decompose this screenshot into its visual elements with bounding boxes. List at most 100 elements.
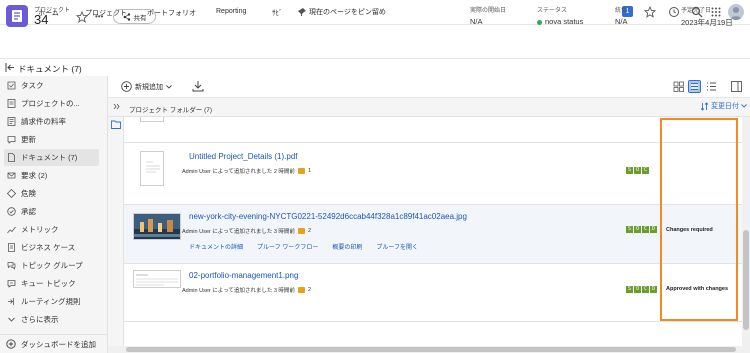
- soc-badge-s: S: [626, 167, 633, 174]
- sidebar-item[interactable]: 危険: [4, 185, 99, 202]
- soc-badge-d: D: [650, 226, 657, 233]
- table-row[interactable]: new-york-city-evening-NYCTG0221-52492d6c…: [124, 205, 742, 264]
- comment-icon[interactable]: [297, 168, 305, 174]
- soc-badges: S O C: [626, 167, 649, 174]
- sidebar-item[interactable]: キュー トピック: [4, 275, 99, 292]
- sidebar-item[interactable]: ルーティング規則: [4, 293, 99, 310]
- planned-end-label: 予定完了日: [681, 8, 712, 14]
- folder-icon[interactable]: [111, 120, 121, 129]
- integration-value: N/A: [615, 17, 628, 26]
- file-name-link[interactable]: Untitled Project_Details (1).pdf: [189, 152, 298, 161]
- sidebar-item[interactable]: 要求 (2): [4, 167, 99, 184]
- soc-badge-o: O: [634, 226, 641, 233]
- sidebar-item-label: 承認: [21, 207, 36, 216]
- folder-title: プロジェクト フォルダー (7): [129, 107, 213, 114]
- sidebar-item[interactable]: 更新: [4, 131, 99, 148]
- soc-badge-o: O: [634, 286, 641, 293]
- sidebar-item-label: 請求件の料率: [21, 117, 66, 126]
- sidebar-item[interactable]: 承認: [4, 203, 99, 220]
- comment-count: 2: [307, 287, 311, 293]
- actual-start-value: N/A: [470, 17, 483, 26]
- share-button[interactable]: 共有: [113, 9, 156, 24]
- actual-start-label: 実際の開始日: [470, 8, 507, 14]
- section-title-bar: [0, 59, 750, 76]
- add-dashboard-button[interactable]: ダッシュボードを追加: [0, 334, 108, 353]
- add-circle-icon: [121, 81, 132, 92]
- expand-folders-icon[interactable]: [113, 103, 120, 110]
- integration-label: 統合: [615, 8, 628, 14]
- file-name-link[interactable]: new-york-city-evening-NYCTG0221-52492d6c…: [189, 212, 467, 221]
- horizontal-scroll-thumb[interactable]: [126, 347, 736, 352]
- nav-reporting[interactable]: Reporting: [216, 8, 246, 15]
- add-circle-icon: [6, 339, 16, 349]
- pin-page-label: 現在のページをピン留め: [309, 9, 386, 16]
- comment-icon[interactable]: [297, 287, 305, 293]
- add-new-button[interactable]: 新規追加: [121, 81, 172, 92]
- table-row[interactable]: [124, 117, 742, 143]
- sidebar-item-label: タスク: [21, 81, 44, 90]
- sidebar-item-label: ドキュメント (7): [21, 153, 78, 162]
- metrics-icon: [7, 225, 16, 234]
- soc-badge-d: D: [650, 286, 657, 293]
- more-options-button[interactable]: •••: [95, 12, 103, 21]
- grid-view-icon[interactable]: [672, 80, 685, 93]
- add-dashboard-label: ダッシュボードを追加: [21, 339, 96, 349]
- table-row[interactable]: Untitled Project_Details (1).pdf Admin U…: [124, 143, 742, 205]
- sidebar-item[interactable]: プロジェクトの...: [4, 95, 99, 112]
- sidebar-item[interactable]: メトリック: [4, 221, 99, 238]
- sort-button[interactable]: 変更日付: [700, 101, 747, 111]
- added-by-text: Admin User によって追加されました 2 時間前: [182, 169, 295, 175]
- recent-clock-icon[interactable]: [668, 6, 680, 18]
- sort-label: 変更日付: [711, 103, 739, 110]
- soc-badge-s: S: [626, 286, 633, 293]
- status-value[interactable]: nova status: [537, 17, 583, 26]
- project-icon: [7, 99, 16, 108]
- sidebar-item[interactable]: ビジネス ケース: [4, 239, 99, 256]
- detail-list-icon[interactable]: [705, 80, 718, 93]
- status-text: nova status: [545, 17, 584, 26]
- sidebar-item[interactable]: さらに表示: [4, 311, 99, 328]
- pdf-thumbnail[interactable]: [140, 151, 164, 186]
- soc-badge-c: C: [642, 286, 649, 293]
- risk-icon: [7, 189, 16, 198]
- comment-icon[interactable]: [297, 228, 305, 234]
- chevron-down-icon: [166, 84, 172, 89]
- chevron-down-icon: [7, 315, 16, 324]
- requests-icon: [7, 171, 16, 180]
- soc-badge-c: C: [642, 226, 649, 233]
- added-info: Admin User によって追加されました 2 時間前 1: [182, 167, 311, 175]
- added-by-text: Admin User によって追加されました 3 時間前: [182, 288, 295, 294]
- table-row[interactable]: 02-portfolio-management1.png Admin User …: [124, 264, 742, 322]
- collapse-panel-icon[interactable]: [5, 63, 15, 72]
- file-name-link[interactable]: 02-portfolio-management1.png: [189, 271, 298, 280]
- planned-end-value: 2023年4月19日: [681, 18, 733, 27]
- document-details-link[interactable]: ドキュメントの詳細: [189, 242, 243, 251]
- page-title: ドキュメント (7): [18, 64, 82, 74]
- pin-page-button[interactable]: 現在のページをピン留め: [298, 7, 386, 17]
- star-icon[interactable]: [644, 6, 656, 18]
- vertical-scroll-thumb[interactable]: [743, 230, 749, 330]
- soc-badge-s: S: [626, 226, 633, 233]
- side-panel-icon[interactable]: [730, 80, 743, 93]
- nav-more[interactable]: ｻﾋﾞ: [272, 8, 283, 18]
- print-summary-link[interactable]: 概要の印刷: [332, 242, 362, 251]
- download-icon[interactable]: [192, 80, 204, 92]
- sidebar-item-label: 更新: [21, 135, 36, 144]
- sidebar-item[interactable]: 請求件の料率: [4, 113, 99, 130]
- share-label: 共有: [133, 14, 147, 22]
- added-info: Admin User によって追加されました 3 時間前 2: [182, 286, 311, 294]
- favorite-star-icon[interactable]: [76, 11, 88, 23]
- sidebar-item[interactable]: タスク: [4, 77, 99, 94]
- share-icon: [123, 12, 130, 21]
- list-view-icon[interactable]: [688, 80, 701, 93]
- image-thumbnail[interactable]: [133, 213, 181, 240]
- image-thumbnail[interactable]: [133, 270, 181, 288]
- sidebar-item[interactable]: ドキュメント (7): [4, 149, 99, 166]
- proof-workflow-link[interactable]: プルーフ ワークフロー: [257, 242, 318, 251]
- open-proof-link[interactable]: プルーフを開く: [376, 242, 418, 251]
- sort-icon: [700, 101, 709, 111]
- project-header: [0, 25, 750, 59]
- sidebar-item[interactable]: トピック グループ: [4, 257, 99, 274]
- highlight-annotation-box: [660, 118, 738, 321]
- project-number: 34: [34, 12, 49, 27]
